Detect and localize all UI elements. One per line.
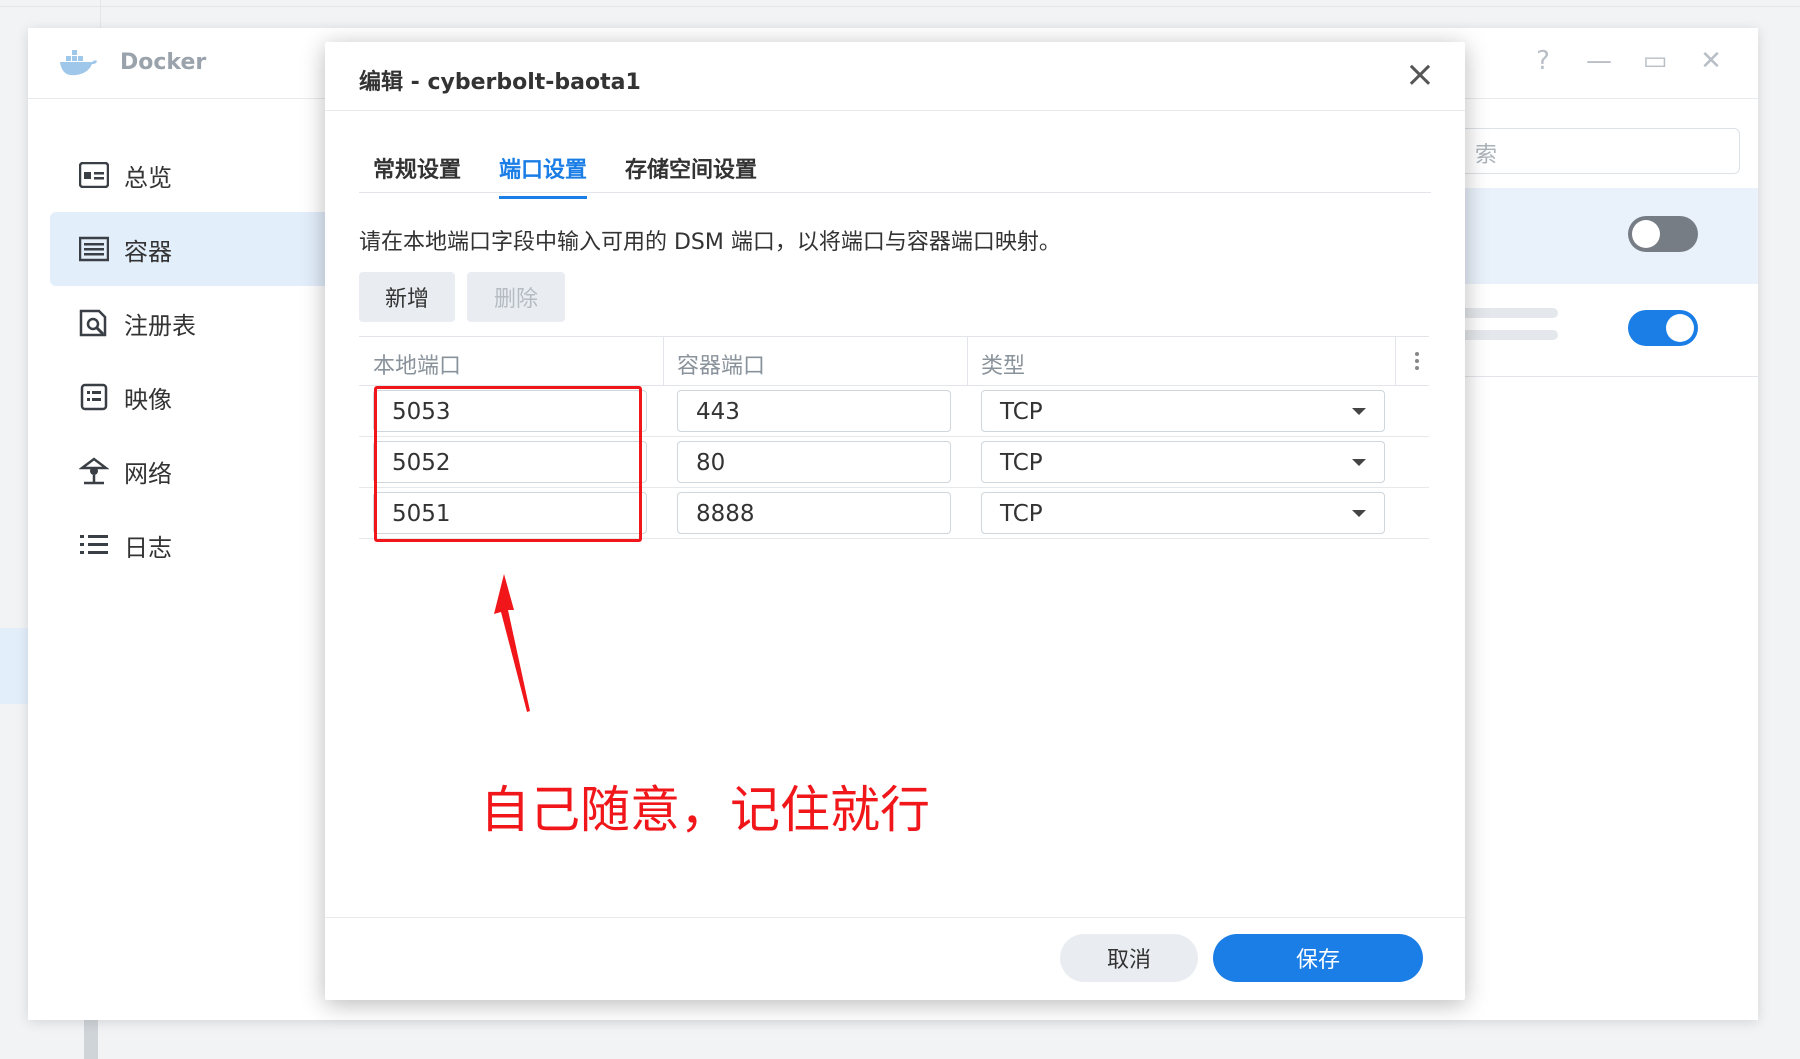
row-divider	[1458, 376, 1758, 377]
sidebar: 总览 容器 注册表 映像 网络 日志	[50, 138, 340, 582]
sidebar-item-label: 网络	[124, 459, 172, 488]
type-select[interactable]: TCP	[981, 390, 1385, 432]
column-header-local-port[interactable]: 本地端口	[373, 348, 461, 380]
caret-down-icon	[1352, 408, 1366, 415]
dialog-tabs: 常规设置 端口设置 存储空间设置	[359, 140, 1431, 199]
sidebar-item-image[interactable]: 映像	[50, 360, 340, 434]
registry-icon	[78, 307, 110, 339]
column-header-container-port[interactable]: 容器端口	[677, 348, 765, 380]
cancel-button[interactable]: 取消	[1060, 934, 1198, 982]
sidebar-item-registry[interactable]: 注册表	[50, 286, 340, 360]
sidebar-item-overview[interactable]: 总览	[50, 138, 340, 212]
container-row-selected[interactable]	[1458, 188, 1758, 284]
annotation-highlight-box	[374, 386, 642, 542]
dialog-title: 编辑 - cyberbolt-baota1	[359, 70, 641, 95]
container-name-placeholder	[1458, 308, 1558, 318]
background-line	[100, 0, 101, 28]
sidebar-item-network[interactable]: 网络	[50, 434, 340, 508]
annotation-arrow-icon	[494, 574, 530, 712]
window-title: Docker	[120, 50, 207, 75]
save-button[interactable]: 保存	[1213, 934, 1423, 982]
type-select-value: TCP	[1000, 501, 1043, 527]
sidebar-item-label: 注册表	[124, 311, 196, 340]
container-port-input[interactable]: 8888	[677, 492, 951, 534]
sidebar-item-label: 容器	[124, 237, 172, 266]
background-line	[0, 628, 28, 704]
caret-down-icon	[1352, 459, 1366, 466]
container-toggle-on[interactable]	[1628, 310, 1698, 346]
network-icon	[78, 455, 110, 487]
log-icon	[78, 529, 110, 561]
sidebar-item-label: 总览	[124, 163, 172, 192]
tab-general-settings[interactable]: 常规设置	[373, 152, 461, 184]
more-options-icon[interactable]	[1415, 349, 1421, 373]
search-placeholder: 索	[1475, 143, 1498, 168]
container-icon	[78, 233, 110, 265]
container-status-placeholder	[1458, 330, 1558, 340]
overview-icon	[78, 159, 110, 191]
container-toggle-off[interactable]	[1628, 216, 1698, 252]
column-separator	[1395, 337, 1396, 385]
docker-logo-icon	[60, 50, 97, 76]
container-port-input[interactable]: 443	[677, 390, 951, 432]
toggle-knob	[1666, 314, 1694, 342]
delete-button[interactable]: 删除	[467, 272, 565, 322]
image-icon	[78, 381, 110, 413]
sidebar-item-log[interactable]: 日志	[50, 508, 340, 582]
tab-storage-settings[interactable]: 存储空间设置	[625, 152, 757, 184]
container-port-input[interactable]: 80	[677, 441, 951, 483]
toggle-knob	[1632, 220, 1660, 248]
sidebar-item-label: 日志	[124, 533, 172, 562]
column-header-type[interactable]: 类型	[981, 348, 1025, 380]
annotation-text: 自己随意，记住就行	[480, 781, 930, 839]
dialog-footer: 取消 保存	[325, 917, 1465, 1000]
type-select[interactable]: TCP	[981, 441, 1385, 483]
tab-port-settings[interactable]: 端口设置	[499, 152, 588, 199]
background-line	[0, 6, 1800, 7]
close-icon[interactable]: ✕	[1696, 46, 1726, 76]
background-line	[84, 1020, 98, 1059]
sidebar-item-container[interactable]: 容器	[50, 212, 340, 286]
sidebar-item-label: 映像	[124, 385, 172, 414]
search-input[interactable]: 索	[1458, 128, 1740, 174]
column-separator	[967, 337, 968, 385]
dialog-header: 编辑 - cyberbolt-baota1 ×	[325, 42, 1465, 111]
type-select-value: TCP	[1000, 450, 1043, 476]
port-table-header: 本地端口 容器端口 类型	[359, 336, 1429, 386]
type-select-value: TCP	[1000, 399, 1043, 425]
add-button[interactable]: 新增	[359, 272, 455, 322]
help-icon[interactable]: ?	[1528, 46, 1558, 76]
type-select[interactable]: TCP	[981, 492, 1385, 534]
port-description: 请在本地端口字段中输入可用的 DSM 端口，以将端口与容器端口映射。	[359, 230, 1061, 255]
minimize-icon[interactable]: —	[1584, 46, 1614, 76]
maximize-icon[interactable]: ▭	[1640, 46, 1670, 76]
dialog-close-icon[interactable]: ×	[1405, 54, 1435, 95]
caret-down-icon	[1352, 510, 1366, 517]
column-separator	[663, 337, 664, 385]
